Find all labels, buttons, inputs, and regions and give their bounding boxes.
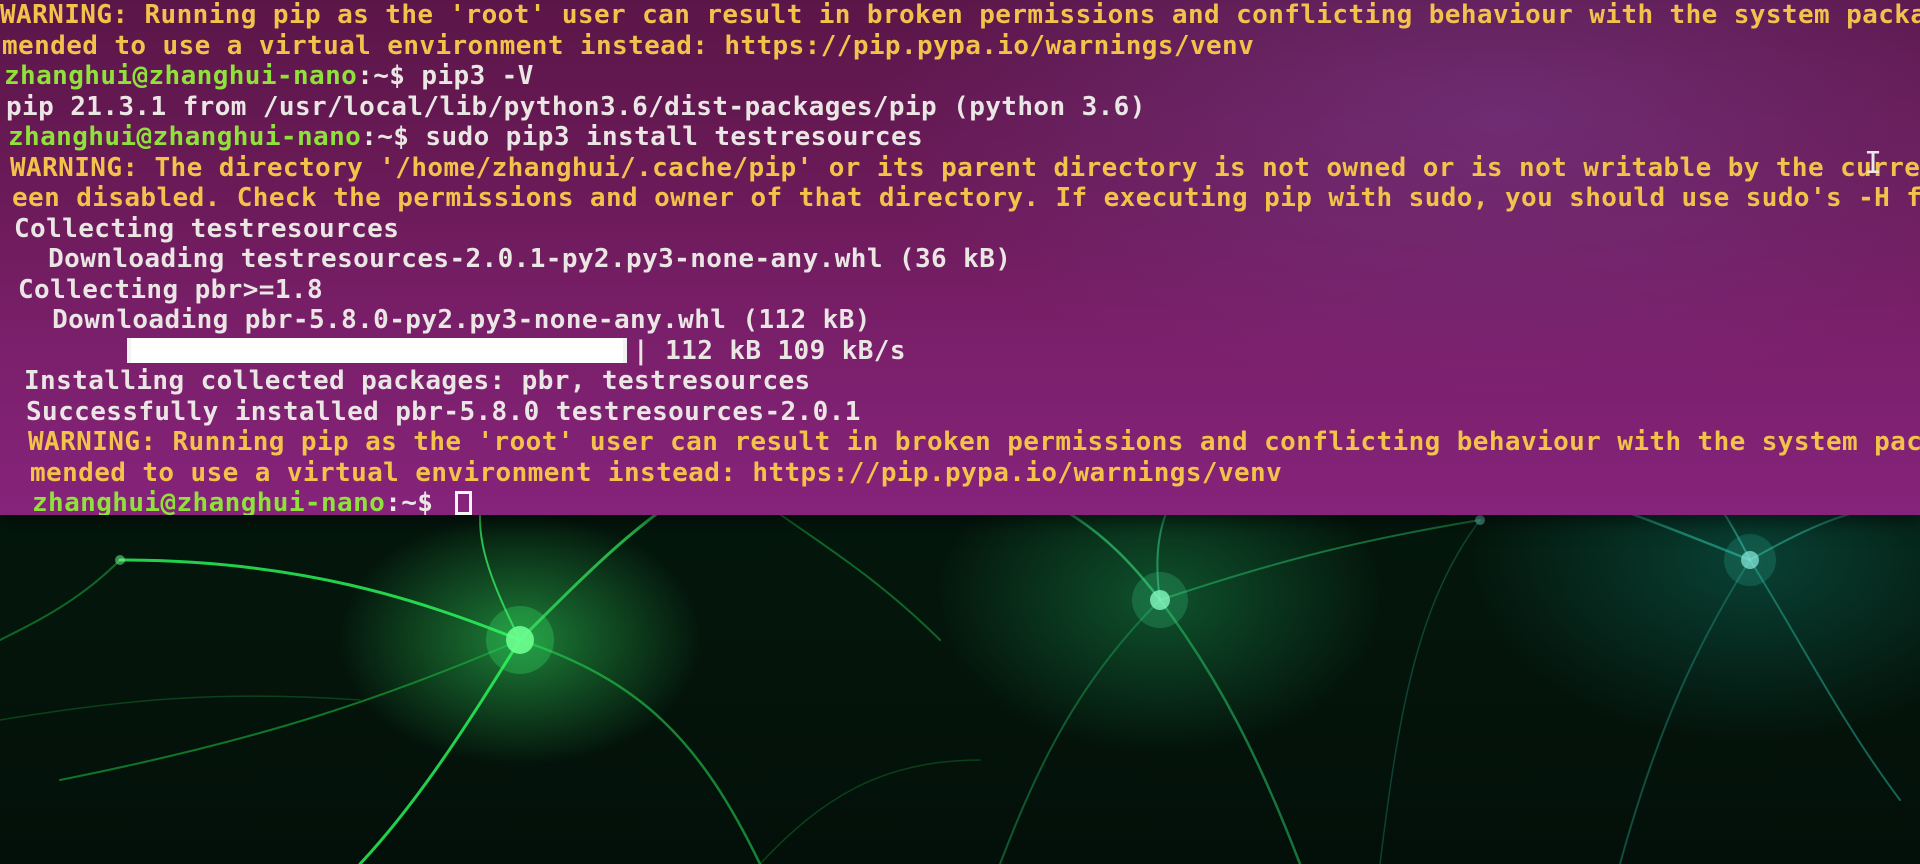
warning-text: WARNING: The directory '/home/zhanghui/.… [10, 152, 1920, 183]
warning-text: een disabled. Check the permissions and … [12, 183, 1920, 213]
terminal-line: mended to use a virtual environment inst… [2, 31, 1920, 62]
terminal-line: mended to use a virtual environment inst… [30, 458, 1920, 489]
terminal-line: Collecting testresources [14, 214, 1920, 245]
terminal-line: WARNING: The directory '/home/zhanghui/.… [10, 153, 1920, 184]
terminal-line: Downloading pbr-5.8.0-py2.py3-none-any.w… [20, 305, 1920, 336]
block-cursor-icon[interactable] [455, 491, 473, 515]
terminal-line: Installing collected packages: pbr, test… [24, 366, 1920, 397]
terminal-line: Collecting pbr>=1.8 [18, 275, 1920, 306]
warning-text: WARNING: Running pip as the 'root' user … [0, 0, 1920, 30]
terminal-output: WARNING: Running pip as the 'root' user … [0, 0, 1920, 515]
desktop: WARNING: Running pip as the 'root' user … [0, 0, 1920, 864]
terminal-line: WARNING: Running pip as the 'root' user … [0, 0, 1920, 31]
prompt-command: pip3 -V [421, 61, 534, 91]
output-text: Collecting pbr>=1.8 [18, 274, 324, 305]
terminal-line: zhanghui@zhanghui-nano:~$ pip3 -V [4, 61, 1920, 92]
terminal-window[interactable]: WARNING: Running pip as the 'root' user … [0, 0, 1920, 515]
warning-text: WARNING: Running pip as the 'root' user … [28, 427, 1920, 457]
prompt-path: :~$ [357, 61, 422, 91]
prompt-command: sudo pip3 install testresources [425, 122, 924, 152]
warning-text: mended to use a virtual environment inst… [2, 30, 1255, 61]
prompt-user-host: zhanghui@zhanghui-nano [32, 488, 386, 515]
progress-text: | 112 kB 109 kB/s [633, 335, 906, 366]
terminal-line: Downloading testresources-2.0.1-py2.py3-… [16, 244, 1920, 275]
prompt-path: :~$ [385, 488, 450, 515]
terminal-line: een disabled. Check the permissions and … [12, 183, 1920, 214]
output-text: Downloading pbr-5.8.0-py2.py3-none-any.w… [20, 305, 871, 335]
output-text: Successfully installed pbr-5.8.0 testres… [26, 396, 861, 427]
prompt-user-host: zhanghui@zhanghui-nano [8, 122, 362, 152]
download-progress-row: | 112 kB 109 kB/s [22, 336, 1920, 367]
prompt-path: :~$ [361, 122, 426, 152]
output-text: Downloading testresources-2.0.1-py2.py3-… [16, 244, 1012, 274]
terminal-line: WARNING: Running pip as the 'root' user … [28, 427, 1920, 458]
warning-text: mended to use a virtual environment inst… [30, 457, 1283, 488]
output-text: Collecting testresources [14, 213, 400, 244]
prompt-user-host: zhanghui@zhanghui-nano [4, 61, 358, 91]
terminal-line: pip 21.3.1 from /usr/local/lib/python3.6… [6, 92, 1920, 123]
terminal-line: Successfully installed pbr-5.8.0 testres… [26, 397, 1920, 428]
download-progress-bar [127, 338, 627, 364]
output-text: Installing collected packages: pbr, test… [24, 366, 811, 396]
text-ibeam-icon: I [1864, 146, 1883, 181]
progress-fill [131, 338, 623, 364]
terminal-line: zhanghui@zhanghui-nano:~$ sudo pip3 inst… [8, 122, 1920, 153]
output-text: pip 21.3.1 from /usr/local/lib/python3.6… [6, 91, 1146, 122]
active-prompt-line: zhanghui@zhanghui-nano:~$ [32, 488, 1920, 515]
